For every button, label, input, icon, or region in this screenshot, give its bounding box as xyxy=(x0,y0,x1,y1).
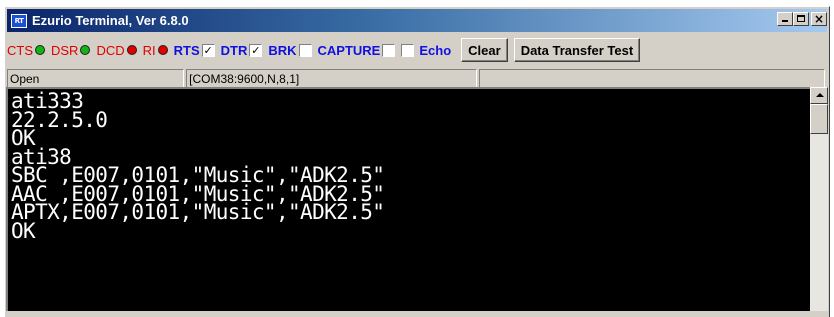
dcd-led-icon xyxy=(126,45,137,55)
terminal-line: OK xyxy=(11,126,36,150)
signal-cts: CTS xyxy=(7,43,45,58)
title-bar[interactable]: RT Ezurio Terminal, Ver 6.8.0 × xyxy=(7,9,827,32)
close-icon[interactable]: × xyxy=(811,12,827,26)
echo-label[interactable]: Echo xyxy=(419,43,451,58)
terminal-line: APTX,E007,0101,"Music","ADK2.5" xyxy=(11,200,385,224)
dsr-led-icon xyxy=(80,45,91,55)
scroll-thumb[interactable] xyxy=(810,104,828,134)
signal-dcd: DCD xyxy=(96,42,137,58)
rts-checkbox[interactable]: ✓ xyxy=(201,43,215,57)
ri-led-icon xyxy=(157,45,168,55)
signal-ri: RI xyxy=(143,43,168,58)
dtr-toggle[interactable]: DTR ✓ xyxy=(221,43,263,58)
window-title: Ezurio Terminal, Ver 6.8.0 xyxy=(32,13,189,28)
window-controls: × xyxy=(777,12,827,26)
maximize-icon[interactable] xyxy=(793,12,809,26)
scroll-up-icon[interactable] xyxy=(810,87,828,104)
app-icon[interactable]: RT xyxy=(11,13,27,28)
clear-button[interactable]: Clear xyxy=(461,38,508,62)
cts-label: CTS xyxy=(7,42,33,58)
capture-checkbox[interactable] xyxy=(382,43,396,57)
capture-toggle[interactable]: CAPTURE xyxy=(318,43,396,58)
status-pane-empty xyxy=(478,69,826,89)
data-transfer-test-button[interactable]: Data Transfer Test xyxy=(513,38,641,62)
minimize-icon[interactable] xyxy=(777,12,793,26)
signal-dsr: DSR xyxy=(51,42,91,58)
port-settings: [COM38:9600,N,8,1] xyxy=(186,69,477,89)
cts-led-icon xyxy=(35,45,45,55)
ri-label: RI xyxy=(142,42,156,58)
dtr-checkbox[interactable]: ✓ xyxy=(249,43,263,57)
echo-toggle[interactable]: Echo xyxy=(401,43,451,58)
terminal-line: ati333 xyxy=(11,89,84,113)
dsr-label: DSR xyxy=(51,42,79,58)
capture-label[interactable]: CAPTURE xyxy=(318,43,381,58)
brk-label[interactable]: BRK xyxy=(268,43,296,58)
brk-toggle[interactable]: BRK xyxy=(268,43,312,58)
terminal-line: 22.2.5.0 xyxy=(11,107,108,132)
terminal-output[interactable]: ati333 22.2.5.0 OK ati38 SBC ,E007,0101,… xyxy=(6,87,810,311)
port-state: Open xyxy=(7,69,185,89)
dtr-label[interactable]: DTR xyxy=(221,43,248,58)
brk-checkbox[interactable] xyxy=(298,43,312,57)
echo-checkbox[interactable] xyxy=(401,43,415,57)
rts-label[interactable]: RTS xyxy=(174,43,200,58)
rts-toggle[interactable]: RTS ✓ xyxy=(174,43,215,58)
dcd-label: DCD xyxy=(96,42,125,58)
terminal-line: OK xyxy=(11,218,36,243)
toolbar: CTS DSR DCD RI RTS ✓ DTR ✓ BRK CAPTURE E… xyxy=(7,35,827,65)
terminal-scrollbar[interactable] xyxy=(810,87,828,311)
